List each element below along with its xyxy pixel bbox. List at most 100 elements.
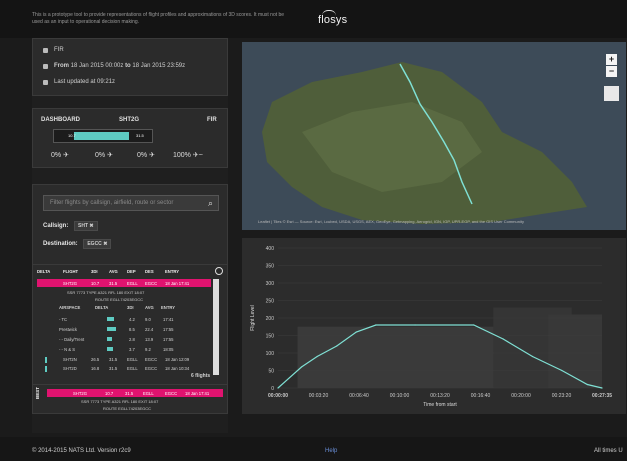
profile-point [531,355,534,358]
profile-point [355,331,357,333]
remove-icon[interactable]: ✖ [89,223,93,229]
airspace-column-header: AIRSPACE [59,305,81,310]
airspace-delta-bar [107,337,112,341]
best-detail-2: ROUTE EGLL74203EGCC [103,406,152,411]
airspace-delta-bar [107,327,117,331]
x-tick-label: 00:00:00 [268,393,288,399]
airspace-delta-bar [107,347,113,351]
top-bar: This is a prototype tool to provide repr… [0,0,627,38]
dashboard-high: 31.5 [136,133,144,138]
layers-icon[interactable] [604,86,619,101]
last-updated-row: Last updated at 09:21z [43,79,115,85]
dashboard-low: 10.7 [68,133,76,138]
profile-point [502,338,504,340]
search-input[interactable]: Filter flights by callsign, airfield, ro… [43,195,219,211]
map-view[interactable]: + − Leaflet | Tiles © Esri — Source: Esr… [242,42,626,230]
zoom-in-button[interactable]: + [606,54,617,65]
date-from[interactable]: 18 Jan 2015 00:00z [71,63,124,69]
timezone-text: All times U [594,448,623,454]
climb-plane-icon: ✈ [63,152,69,159]
remove-icon[interactable]: ✖ [103,241,107,247]
flight-avg: 31.5 [109,366,118,371]
x-tick-label: 00:20:00 [511,393,531,399]
detail-line-2: ROUTE EGLL74203EGCC [95,297,144,302]
plane-trail-icon: ✈~ [192,152,203,159]
descent-plane-icon: ✈ [149,152,155,159]
flight-dep: EGLL [127,366,138,371]
x-tick-label: 00:27:35 [592,393,612,399]
best-cell: 18 Jan 17:41 [185,391,210,396]
column-header: DEP [127,269,136,274]
x-tick-label: 00:23:20 [552,393,572,399]
column-header: AVG [109,269,118,274]
destination-filter: Destination: EGCC ✖ [43,239,112,249]
airspace-avg: 8.5 [129,327,135,332]
airspace-column-header: ENTRY [161,305,176,310]
flight-entry: 18 Jan 10:34 [165,366,190,371]
settings-gear-icon[interactable] [215,267,223,275]
cruise-plane-icon: ✈ [107,152,113,159]
help-link[interactable]: Help [325,448,337,454]
airspace-name: - TC [59,317,68,322]
legend-climb: 0% ✈ [51,152,69,159]
dashboard-label: DASHBOARD [41,117,80,123]
zoom-out-button[interactable]: − [606,66,617,77]
best-detail-1: SSR 7773 TYPE A321 RFL 180 EXIT 18:07 [81,399,159,404]
flight-delta-bar [45,366,47,372]
dashboard-fir: FIR [207,117,217,123]
table-scrollbar[interactable] [213,279,219,375]
x-tick-label: 00:10:00 [390,393,410,399]
flight-3di: 26.5 [91,357,100,362]
best-cell: 31.5 [125,391,134,396]
flight-dep: EGLL [127,357,138,362]
profile-point [601,387,603,389]
x-tick-label: 00:06:40 [349,393,369,399]
best-cell: SHT2G [73,391,87,396]
profile-point [414,324,416,326]
y-tick-label: 150 [266,334,275,340]
y-tick-label: 100 [266,351,275,357]
destination-chip[interactable]: EGCC ✖ [83,239,112,249]
flight-des: EGCC [145,366,158,371]
airspace-3di: 22.4 [145,327,154,332]
best-cell: 10.7 [105,391,114,396]
flight-delta-bar [45,357,47,363]
flight-count: 6 flights [191,373,211,379]
date-to[interactable]: 18 Jan 2015 23:59z [132,63,185,69]
callsign-chip[interactable]: SHT ✖ [74,221,98,231]
column-header: ENTRY [165,269,180,274]
best-cell: EGCC [165,391,178,396]
fir-row: FIR [43,47,64,53]
airspace-3di: 9.0 [145,317,151,322]
flight-avg: 31.5 [109,357,118,362]
airspace-column-header: AVG [145,305,154,310]
legend-total: 100% ✈~ [173,152,203,159]
search-placeholder: Filter flights by callsign, airfield, ro… [50,200,174,206]
y-tick-label: 250 [266,299,275,305]
x-tick-label: 00:16:40 [471,393,491,399]
x-tick-label: 00:13:20 [430,393,450,399]
selected-cell: EGCC [145,281,158,286]
search-icon[interactable]: ⌕ [208,198,213,209]
airspace-name: - - Daily/Trent [59,337,85,342]
flight-entry: 18 Jan 12:09 [165,357,190,362]
airspace-entry: 17:55 [163,337,174,342]
airspace-avg: 3.7 [129,347,135,352]
column-header: DES [145,269,154,274]
y-tick-label: 350 [266,264,275,270]
flights-table-panel: DELTA FLIGHT 3DI AVG DEP DES ENTRY SHT2G 10.7 31… [32,264,228,404]
detail-line-1: SSR 7773 TYPE A321 RFL 180 EXIT 18:07 [67,290,145,295]
y-tick-label: 400 [266,246,275,252]
to-label: to [125,63,131,69]
profile-point [336,345,338,347]
airspace-delta-bar [107,317,114,321]
dashboard-panel: DASHBOARD SHT2G FIR 10.7 31.5 0% ✈ 0% ✈ … [32,108,228,168]
airspace-3di: 9.2 [145,347,151,352]
copyright-text: © 2014-2015 NATS Ltd. Version r2c9 [32,448,131,454]
profile-point [473,324,475,326]
profile-point [375,324,377,326]
profile-point [586,383,588,386]
column-header: DELTA [37,269,51,274]
profile-point [277,387,279,389]
airspace-avg: 2.8 [129,337,135,342]
